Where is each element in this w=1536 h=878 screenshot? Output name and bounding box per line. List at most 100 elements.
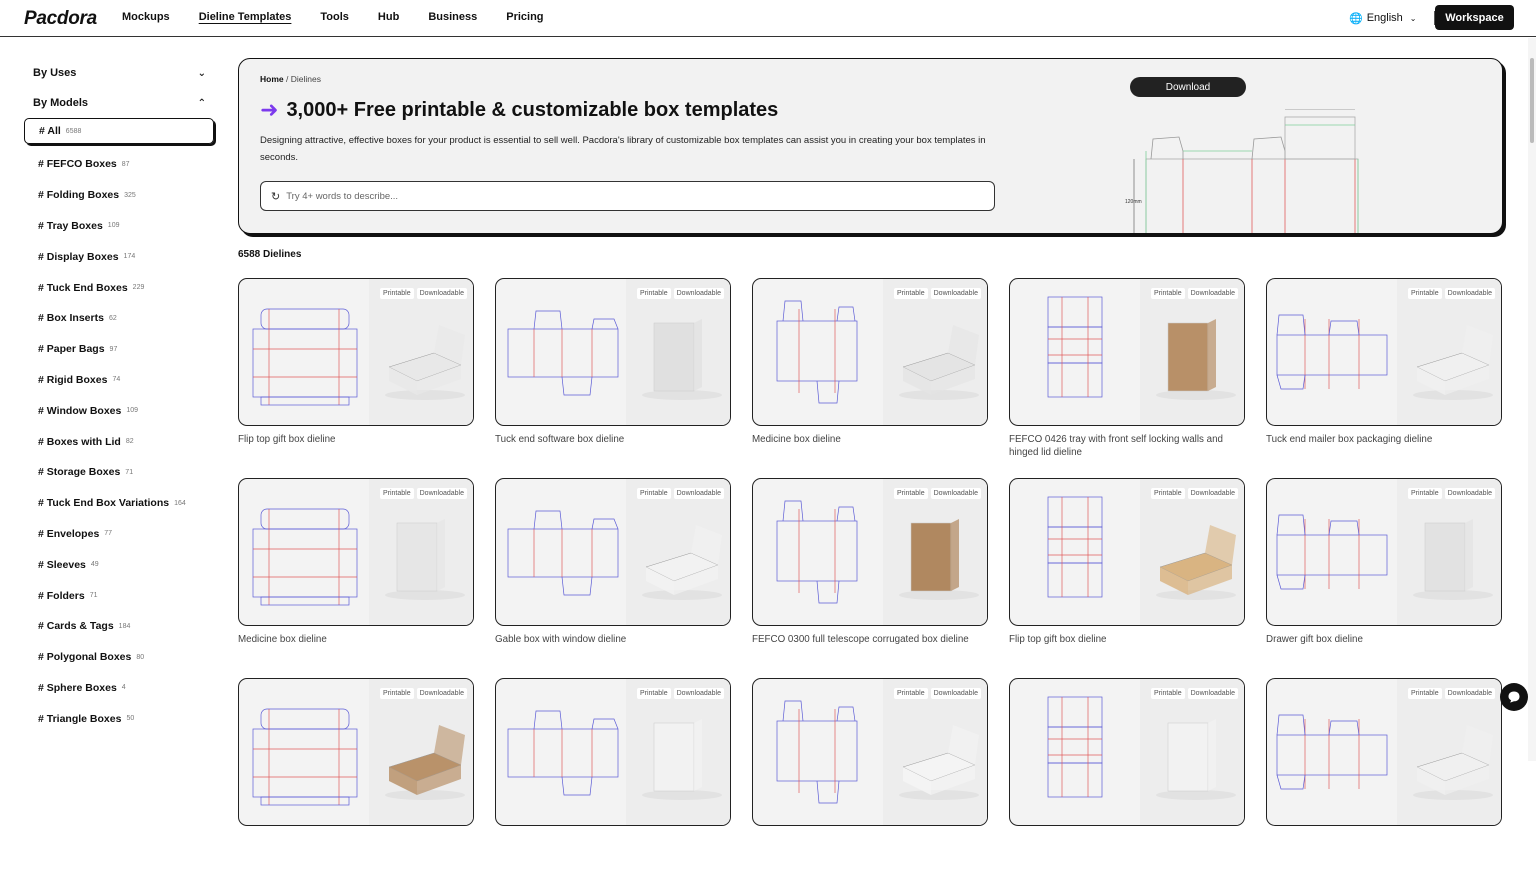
dieline-card[interactable]: Printable Downloadable	[752, 678, 988, 878]
search-input[interactable]: ↻ Try 4+ words to describe...	[260, 181, 995, 211]
dieline-card-title[interactable]: Drawer gift box dieline	[1266, 633, 1502, 646]
sidebar-item-label: # Display Boxes	[38, 250, 119, 263]
dieline-thumbnail[interactable]: Printable Downloadable	[1266, 678, 1502, 826]
by-models-toggle[interactable]: By Models ⌃	[24, 88, 214, 118]
dieline-card-title[interactable]: Flip top gift box dieline	[238, 433, 474, 446]
dieline-thumbnail[interactable]: Printable Downloadable	[752, 678, 988, 826]
dieline-card[interactable]: Printable Downloadable Medicine box diel…	[752, 278, 988, 478]
breadcrumb-home[interactable]: Home	[260, 74, 284, 84]
sidebar-item-count: 71	[125, 468, 134, 476]
dieline-drawing	[1047, 679, 1244, 825]
nav-item-dieline-templates[interactable]: Dieline Templates	[199, 11, 292, 23]
printable-tag: Printable	[1407, 488, 1442, 499]
dieline-card-title[interactable]: Gable box with window dieline	[495, 633, 731, 646]
nav-item-business[interactable]: Business	[428, 11, 477, 23]
dieline-thumbnail[interactable]: Printable Downloadable	[495, 478, 731, 626]
model-list: # All 6588 # FEFCO Boxes 87 # Folding Boxes 3…	[24, 118, 214, 734]
dieline-card[interactable]: Printable Downloadable Tuck end software…	[495, 278, 731, 478]
chat-support-button[interactable]	[1500, 683, 1528, 711]
page-scrollbar[interactable]	[1528, 38, 1536, 761]
sidebar-item-paper-bags[interactable]: # Paper Bags 97	[24, 334, 214, 365]
dieline-card[interactable]: Printable Downloadable Drawer gift box d…	[1266, 478, 1502, 678]
dieline-card[interactable]: Printable Downloadable	[1266, 678, 1502, 878]
sidebar-item-polygonal-boxes[interactable]: # Polygonal Boxes 80	[24, 642, 214, 673]
dieline-card-title[interactable]: Flip top gift box dieline	[1009, 633, 1245, 646]
dieline-card-title[interactable]: FEFCO 0300 full telescope corrugated box…	[752, 633, 988, 646]
sidebar-item-tuck-end-box-variations[interactable]: # Tuck End Box Variations 164	[24, 488, 214, 519]
downloadable-tag: Downloadable	[930, 288, 981, 299]
sidebar-item-display-boxes[interactable]: # Display Boxes 174	[24, 241, 214, 272]
dieline-card-title[interactable]: Medicine box dieline	[752, 433, 988, 446]
by-uses-toggle[interactable]: By Uses ⌄	[24, 58, 214, 88]
dieline-thumbnail[interactable]: Printable Downloadable	[238, 678, 474, 826]
dieline-card[interactable]: Printable Downloadable Flip top gift box…	[238, 278, 474, 478]
dieline-thumbnail[interactable]: Printable Downloadable	[1009, 678, 1245, 826]
hero-dieline-illustration: 120mm	[1125, 109, 1359, 233]
sidebar-item-label: # Tray Boxes	[38, 219, 103, 232]
sidebar-item-tuck-end-boxes[interactable]: # Tuck End Boxes 229	[24, 272, 214, 303]
sidebar-item-label: # Folders	[38, 589, 85, 602]
dieline-thumbnail[interactable]: Printable Downloadable	[1009, 478, 1245, 626]
sidebar-item-count: 87	[121, 160, 130, 168]
pacdora-logo[interactable]: Pacdora	[24, 8, 97, 30]
dieline-card[interactable]: Printable Downloadable FEFCO 0300 full t…	[752, 478, 988, 678]
sidebar-item-label: # Cards & Tags	[38, 620, 114, 633]
dieline-card[interactable]: Printable Downloadable	[238, 678, 474, 878]
sidebar-item-envelopes[interactable]: # Envelopes 77	[24, 519, 214, 550]
dieline-card[interactable]: Printable Downloadable Flip top gift box…	[1009, 478, 1245, 678]
downloadable-tag: Downloadable	[930, 488, 981, 499]
workspace-button[interactable]: Workspace	[1435, 5, 1514, 30]
dieline-card-title[interactable]: FEFCO 0426 tray with front self locking …	[1009, 433, 1245, 459]
sidebar-item-box-inserts[interactable]: # Box Inserts 62	[24, 303, 214, 334]
printable-tag: Printable	[1407, 688, 1442, 699]
sidebar-item-tray-boxes[interactable]: # Tray Boxes 109	[24, 211, 214, 242]
main-nav: Mockups Dieline Templates Tools Hub Business…	[122, 11, 573, 23]
nav-item-pricing[interactable]: Pricing	[506, 11, 543, 23]
sidebar-item-sleeves[interactable]: # Sleeves 49	[24, 549, 214, 580]
dieline-card-title[interactable]: Tuck end software box dieline	[495, 433, 731, 446]
dieline-thumbnail[interactable]: Printable Downloadable	[495, 278, 731, 426]
sidebar-item-fefco-boxes[interactable]: # FEFCO Boxes 87	[24, 149, 214, 180]
dieline-thumbnail[interactable]: Printable Downloadable	[238, 278, 474, 426]
sidebar-item-all[interactable]: # All 6588	[24, 118, 214, 144]
dieline-card[interactable]: Printable Downloadable Medicine box diel…	[238, 478, 474, 678]
dieline-thumbnail[interactable]: Printable Downloadable	[495, 678, 731, 826]
sidebar-item-count: 6588	[65, 127, 82, 135]
dieline-thumbnail[interactable]: Printable Downloadable	[238, 478, 474, 626]
sidebar-item-boxes-with-lid[interactable]: # Boxes with Lid 82	[24, 426, 214, 457]
downloadable-tag: Downloadable	[1187, 688, 1238, 699]
page-title: ➜ 3,000+ Free printable & customizable b…	[260, 97, 778, 123]
printable-tag: Printable	[1150, 688, 1185, 699]
nav-item-hub[interactable]: Hub	[378, 11, 399, 23]
download-button[interactable]: Download	[1130, 77, 1246, 97]
nav-item-tools[interactable]: Tools	[320, 11, 349, 23]
scrollbar-thumb[interactable]	[1530, 58, 1534, 143]
dieline-card[interactable]: Printable Downloadable	[1009, 678, 1245, 878]
printable-tag: Printable	[893, 288, 928, 299]
sidebar-item-rigid-boxes[interactable]: # Rigid Boxes 74	[24, 365, 214, 396]
sidebar-item-label: # Sphere Boxes	[38, 681, 117, 694]
dieline-card[interactable]: Printable Downloadable Gable box with wi…	[495, 478, 731, 678]
sidebar-item-count: 80	[136, 653, 145, 661]
downloadable-tag: Downloadable	[416, 688, 467, 699]
downloadable-tag: Downloadable	[1444, 688, 1495, 699]
sidebar-item-window-boxes[interactable]: # Window Boxes 109	[24, 395, 214, 426]
dieline-card[interactable]: Printable Downloadable FEFCO 0426 tray w…	[1009, 278, 1245, 478]
dieline-thumbnail[interactable]: Printable Downloadable	[1266, 278, 1502, 426]
sidebar-item-folding-boxes[interactable]: # Folding Boxes 325	[24, 180, 214, 211]
sidebar-item-storage-boxes[interactable]: # Storage Boxes 71	[24, 457, 214, 488]
dieline-card-title[interactable]: Medicine box dieline	[238, 633, 474, 646]
dieline-card-title[interactable]: Tuck end mailer box packaging dieline	[1266, 433, 1502, 446]
nav-item-mockups[interactable]: Mockups	[122, 11, 170, 23]
dieline-thumbnail[interactable]: Printable Downloadable	[1266, 478, 1502, 626]
dieline-thumbnail[interactable]: Printable Downloadable	[1009, 278, 1245, 426]
sidebar-item-sphere-boxes[interactable]: # Sphere Boxes 4	[24, 673, 214, 704]
dieline-card[interactable]: Printable Downloadable	[495, 678, 731, 878]
dieline-thumbnail[interactable]: Printable Downloadable	[752, 278, 988, 426]
sidebar-item-cards-tags[interactable]: # Cards & Tags 184	[24, 611, 214, 642]
dieline-card[interactable]: Printable Downloadable Tuck end mailer b…	[1266, 278, 1502, 478]
language-selector[interactable]: 🌐 English ⌄	[1349, 11, 1436, 25]
sidebar-item-folders[interactable]: # Folders 71	[24, 580, 214, 611]
sidebar-item-triangle-boxes[interactable]: # Triangle Boxes 50	[24, 703, 214, 734]
dieline-thumbnail[interactable]: Printable Downloadable	[752, 478, 988, 626]
